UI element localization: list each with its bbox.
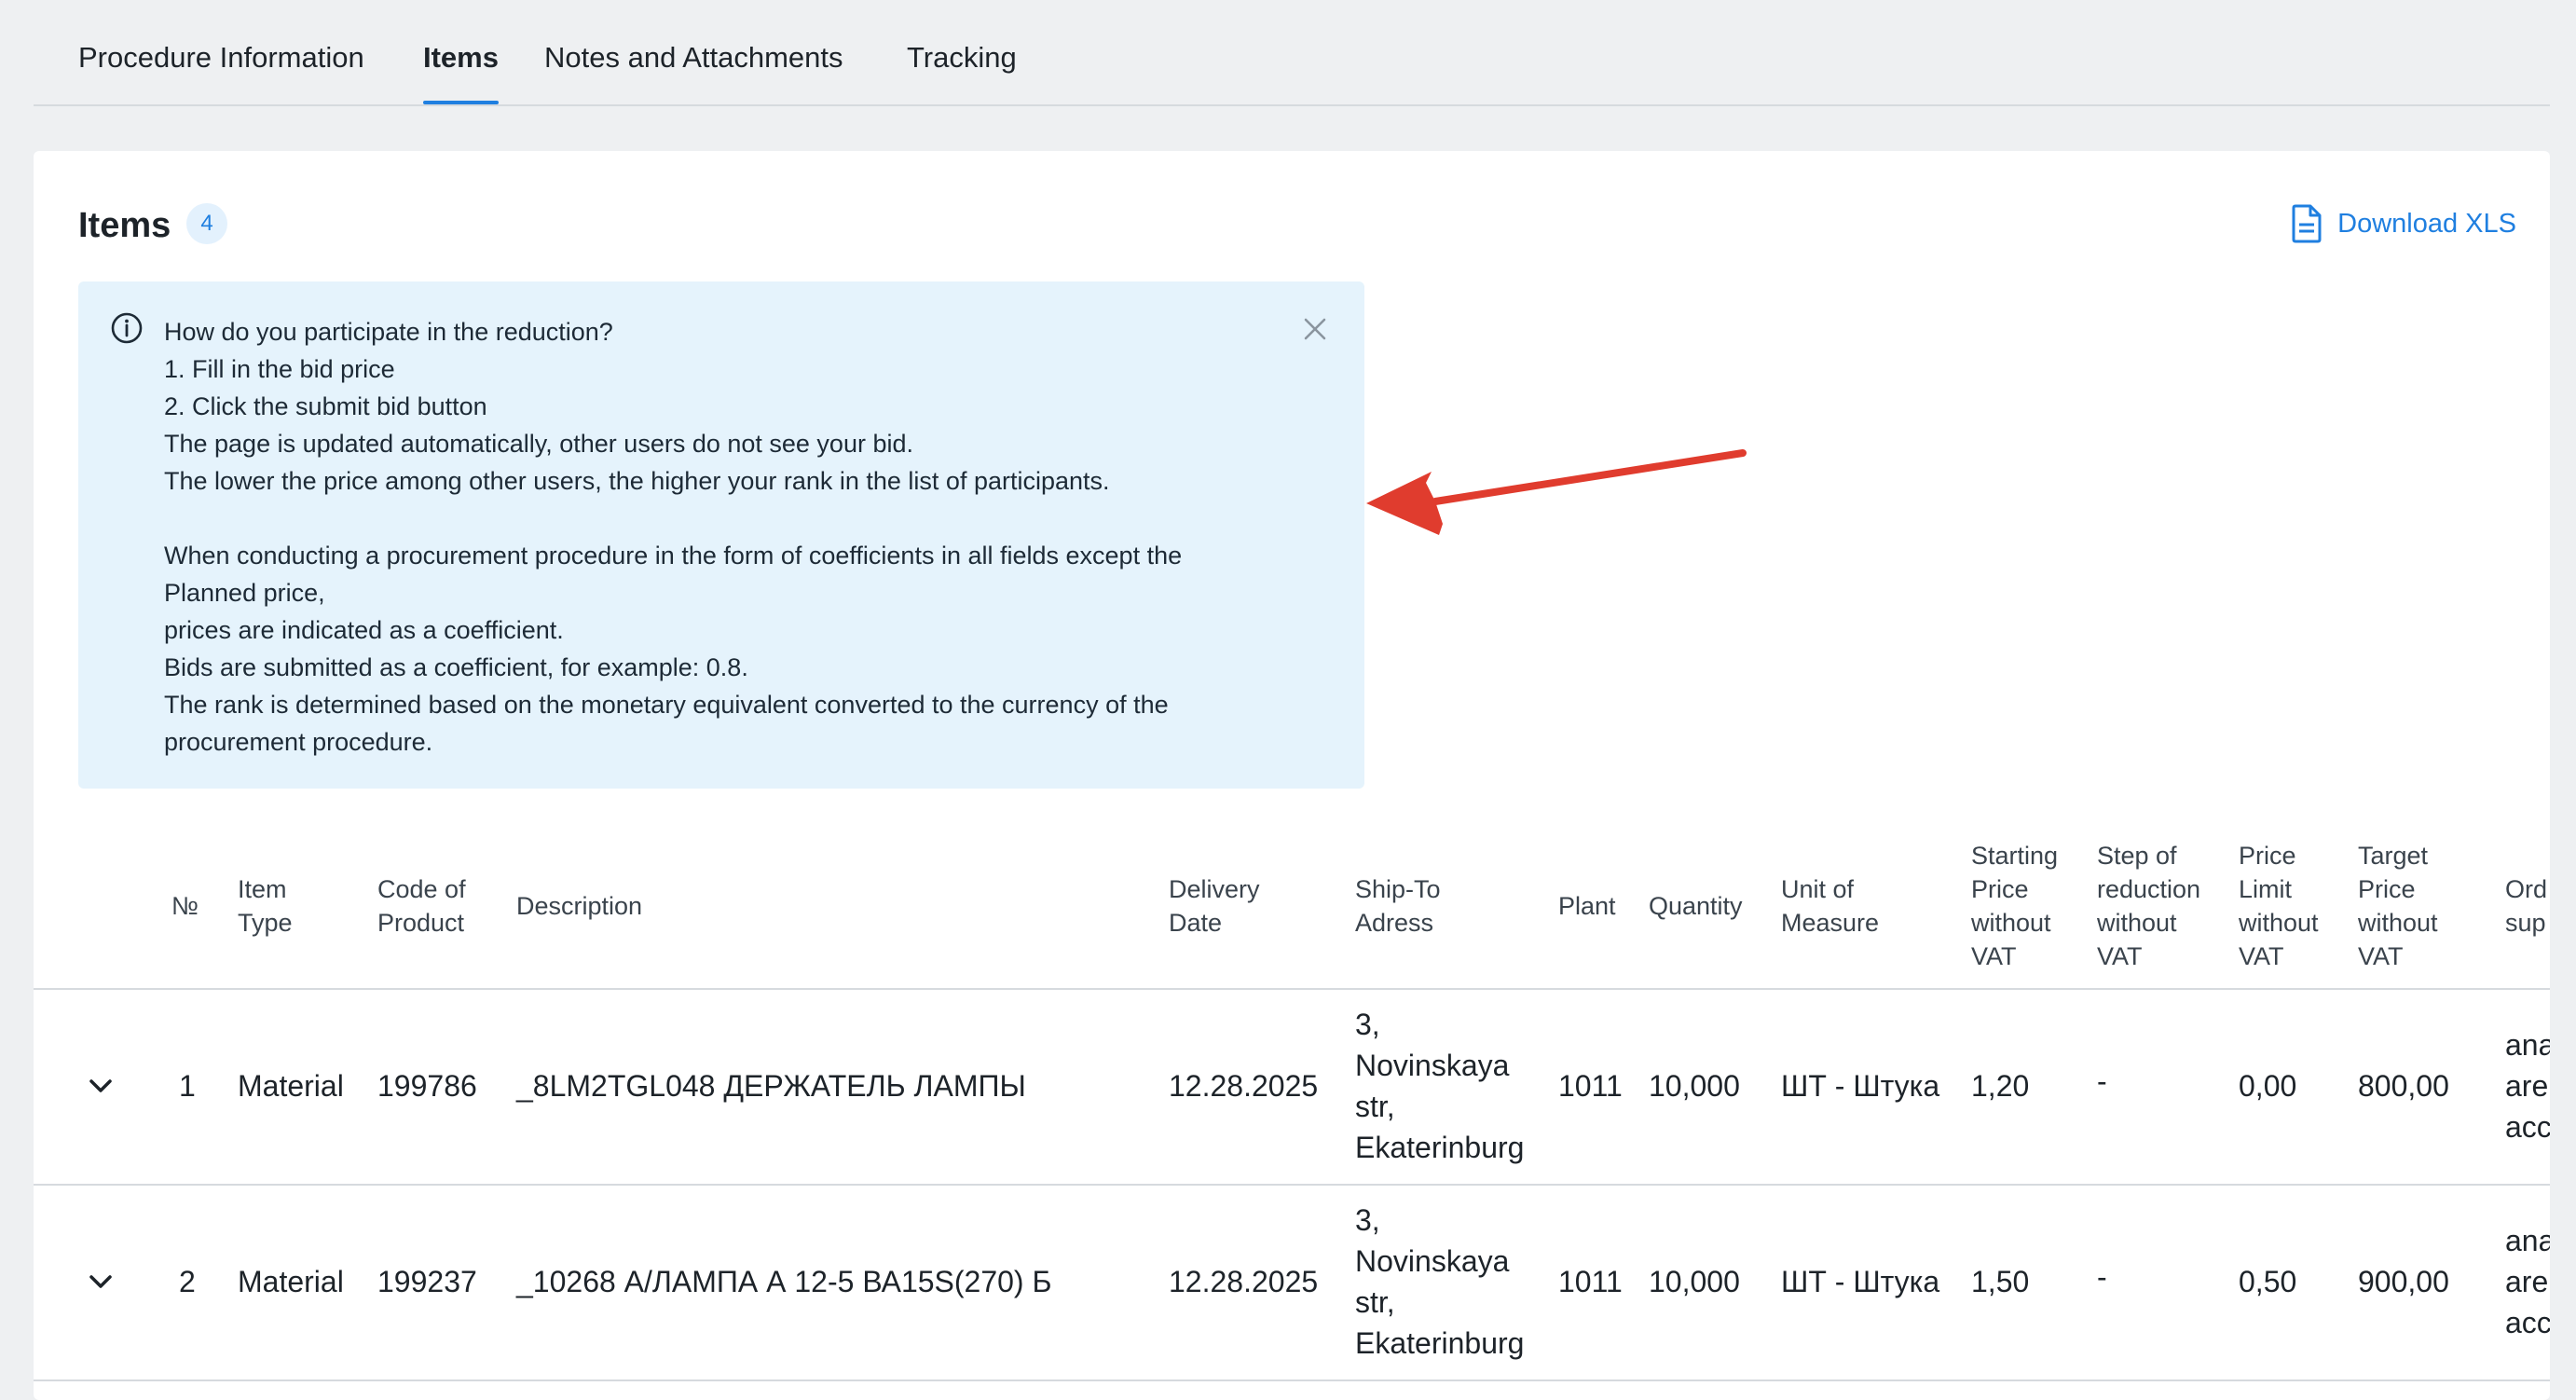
table-row[interactable]: 2 Material 199237 _10268 А/ЛАМПА А 12-5 …	[34, 1184, 2550, 1381]
col-header-no: №	[171, 892, 199, 920]
cell-ord: ana are acc	[2505, 1224, 2550, 1339]
chevron-down-icon[interactable]	[82, 1263, 119, 1300]
info-line: When conducting a procurement procedure …	[164, 542, 1183, 570]
cell-plant: 1011	[1558, 1265, 1623, 1298]
col-header-step: Step of reduction without VAT	[2097, 842, 2201, 970]
col-header-ord: Ord sup	[2505, 875, 2548, 937]
cell-ship-to: 3, Novinskaya str, Ekaterinburg	[1355, 1203, 1525, 1360]
col-header-price-limit: Price Limit without VAT	[2239, 842, 2319, 970]
cell-delivery-date: 12.28.2025	[1169, 1069, 1319, 1103]
col-header-quantity: Quantity	[1649, 892, 1743, 920]
info-line: Planned price,	[164, 579, 325, 607]
col-header-target-price: Target Price without VAT	[2358, 842, 2438, 970]
cell-starting-price: 1,50	[1971, 1265, 2030, 1298]
chevron-down-icon[interactable]	[82, 1067, 119, 1105]
col-header-item-type: Item Type	[238, 875, 293, 937]
cell-description: _8LM2TGL048 ДЕРЖАТЕЛЬ ЛАМПЫ	[516, 1069, 1026, 1103]
cell-quantity: 10,000	[1649, 1265, 1740, 1298]
cell-target-price: 800,00	[2358, 1069, 2449, 1103]
cell-step: -	[2097, 1064, 2107, 1098]
info-line: How do you participate in the reduction?	[164, 318, 613, 346]
download-xls-button[interactable]: Download XLS	[2291, 201, 2516, 246]
col-header-plant: Plant	[1558, 892, 1616, 920]
info-line: The page is updated automatically, other…	[164, 430, 913, 458]
cell-no: 1	[179, 1069, 196, 1103]
tab-procedure-information[interactable]: Procedure Information	[78, 39, 364, 76]
table-row[interactable]: 1 Material 199786 _8LM2TGL048 ДЕРЖАТЕЛЬ …	[34, 988, 2550, 1186]
tab-tracking[interactable]: Tracking	[907, 39, 1017, 76]
cell-no: 2	[179, 1265, 196, 1298]
info-line: 1. Fill in the bid price	[164, 355, 395, 383]
items-count-badge: 4	[186, 203, 227, 244]
info-banner: How do you participate in the reduction?…	[78, 281, 1364, 789]
col-header-code: Code of Product	[377, 875, 466, 937]
info-line: procurement procedure.	[164, 728, 433, 756]
col-header-description: Description	[516, 892, 643, 920]
cell-code: 199237	[377, 1265, 477, 1298]
document-icon	[2292, 204, 2322, 243]
cell-ship-to: 3, Novinskaya str, Ekaterinburg	[1355, 1008, 1525, 1164]
col-header-delivery-date: Delivery Date	[1169, 875, 1260, 937]
cell-starting-price: 1,20	[1971, 1069, 2030, 1103]
items-title: Items	[78, 206, 171, 245]
info-line: Bids are submitted as a coefficient, for…	[164, 653, 748, 681]
cell-delivery-date: 12.28.2025	[1169, 1265, 1319, 1298]
cell-code: 199786	[377, 1069, 477, 1103]
info-line: The lower the price among other users, t…	[164, 467, 1110, 495]
cell-unit: ШТ - Штука	[1781, 1265, 1940, 1298]
download-xls-label: Download XLS	[2337, 208, 2516, 239]
info-line: The rank is determined based on the mone…	[164, 691, 1169, 719]
cell-ord: ana are acc	[2505, 1028, 2550, 1144]
items-card: Items 4 Download XLS How do you particip…	[34, 151, 2550, 1400]
cell-price-limit: 0,50	[2239, 1265, 2297, 1298]
table-header: № Item Type Code of Product Description …	[34, 824, 2550, 990]
info-line: prices are indicated as a coefficient.	[164, 616, 564, 644]
info-line: 2. Click the submit bid button	[164, 392, 487, 420]
col-header-ship-to: Ship-To Adress	[1355, 875, 1441, 937]
col-header-starting-price: Starting Price without VAT	[1971, 842, 2059, 970]
cell-price-limit: 0,00	[2239, 1069, 2297, 1103]
cell-plant: 1011	[1558, 1069, 1623, 1103]
cell-step: -	[2097, 1260, 2107, 1294]
col-header-unit: Unit of Measure	[1781, 875, 1880, 937]
cell-item-type: Material	[238, 1069, 344, 1103]
cell-description: _10268 А/ЛАМПА А 12-5 ВА15S(270) Б	[516, 1265, 1052, 1298]
cell-target-price: 900,00	[2358, 1265, 2449, 1298]
cell-item-type: Material	[238, 1265, 344, 1298]
tab-bar: Procedure Information Items Notes and At…	[34, 0, 2550, 106]
cell-quantity: 10,000	[1649, 1069, 1740, 1103]
info-icon	[111, 312, 143, 344]
info-text: How do you participate in the reduction?…	[164, 313, 1329, 761]
tab-items[interactable]: Items	[423, 39, 499, 104]
cell-unit: ШТ - Штука	[1781, 1069, 1940, 1103]
info-line	[164, 500, 1329, 537]
tab-notes-and-attachments[interactable]: Notes and Attachments	[544, 39, 843, 76]
